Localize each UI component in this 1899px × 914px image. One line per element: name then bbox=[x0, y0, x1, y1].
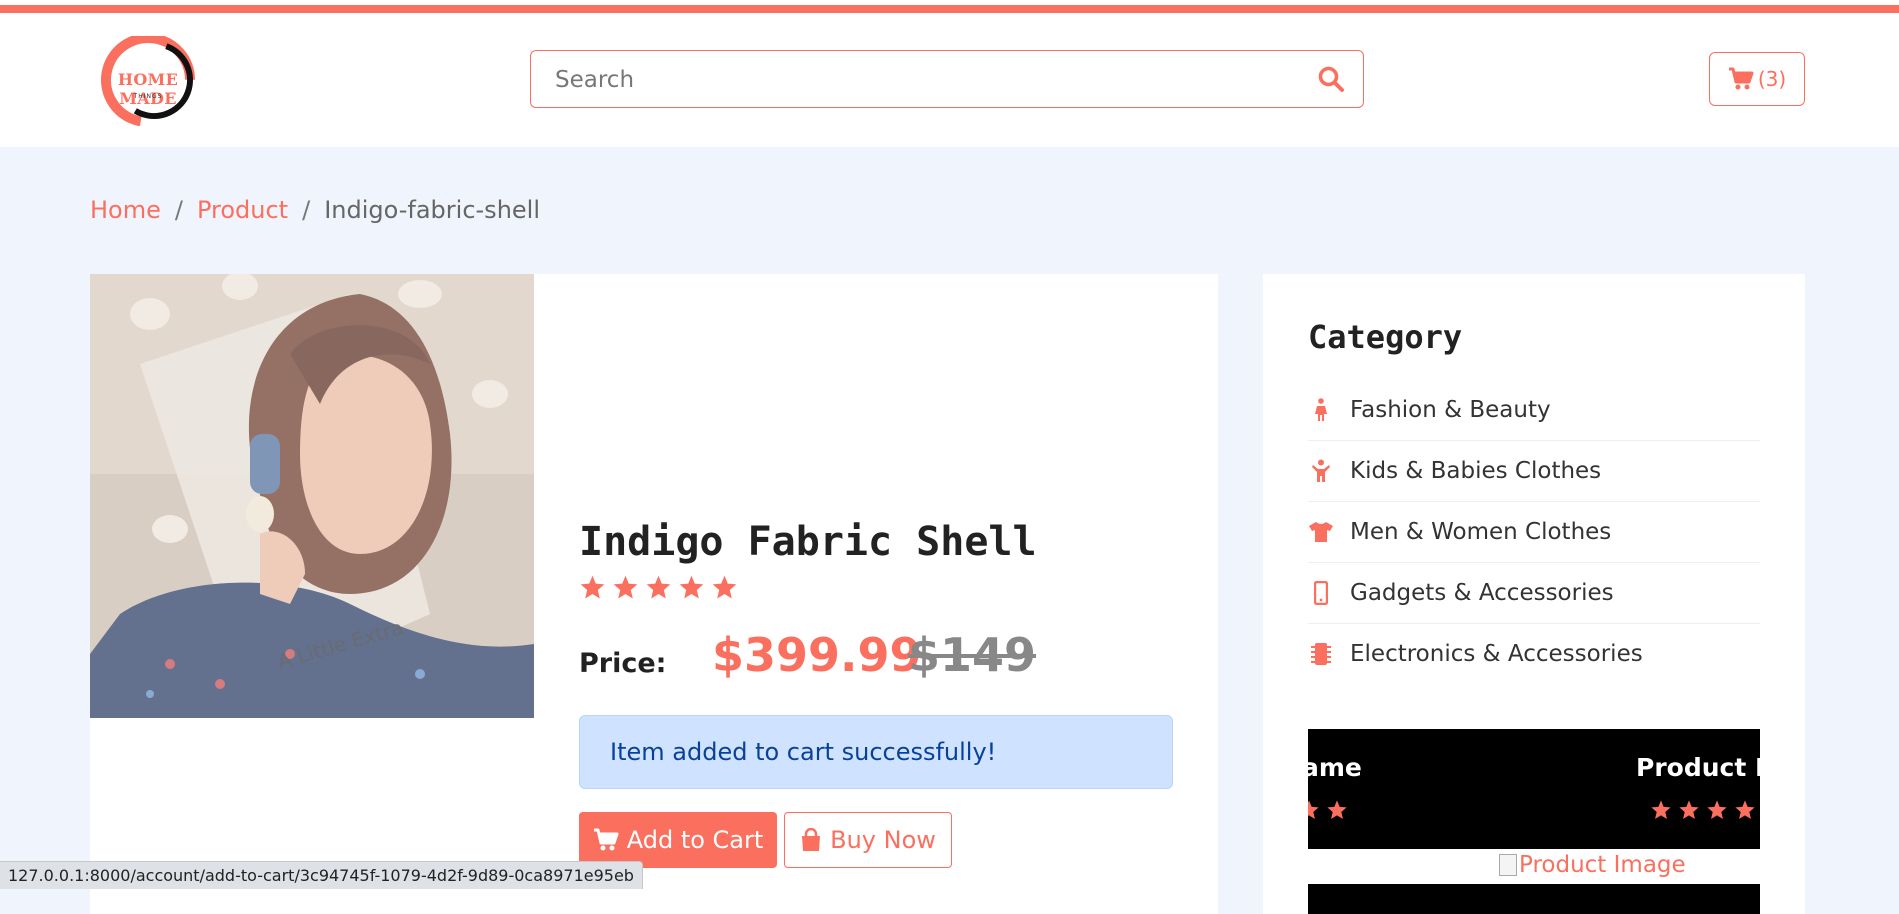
tshirt-icon bbox=[1308, 519, 1334, 545]
price-current: $399.99 bbox=[712, 628, 922, 682]
accent-top-line bbox=[0, 5, 1899, 13]
category-label: Gadgets & Accessories bbox=[1350, 580, 1614, 606]
star-icon bbox=[613, 575, 638, 599]
child-icon bbox=[1308, 458, 1334, 484]
browser-status-bar: 127.0.0.1:8000/account/add-to-cart/3c947… bbox=[0, 861, 643, 889]
category-label: Electronics & Accessories bbox=[1350, 641, 1643, 667]
breadcrumb-product[interactable]: Product bbox=[197, 196, 288, 224]
category-item-gadgets[interactable]: Gadgets & Accessories bbox=[1308, 563, 1760, 624]
category-item-fashion-beauty[interactable]: Fashion & Beauty bbox=[1308, 380, 1760, 441]
slide-rating bbox=[1308, 799, 1348, 821]
star-icon bbox=[712, 575, 737, 599]
search-box bbox=[530, 50, 1364, 108]
breadcrumb-separator: / bbox=[174, 196, 183, 224]
logo-text: HOME MADE bbox=[117, 70, 179, 108]
microchip-icon bbox=[1308, 641, 1334, 667]
breadcrumb-home[interactable]: Home bbox=[90, 196, 161, 224]
mobile-icon bbox=[1308, 580, 1334, 606]
product-title: Indigo Fabric Shell bbox=[579, 519, 1037, 565]
product-image-alt: Product Image bbox=[1519, 852, 1686, 878]
broken-image-icon bbox=[1499, 854, 1517, 876]
star-icon bbox=[1651, 800, 1671, 819]
price-label: Price: bbox=[579, 648, 667, 679]
female-icon bbox=[1308, 397, 1334, 423]
breadcrumb-separator: / bbox=[302, 196, 311, 224]
cart-icon bbox=[1728, 67, 1754, 90]
price-old: $149 bbox=[908, 628, 1037, 682]
slide-rating bbox=[1650, 799, 1760, 821]
site-logo[interactable]: HOME MADE THINGS bbox=[88, 33, 208, 127]
success-alert: Item added to cart successfully! bbox=[579, 715, 1173, 789]
product-card: A Little Extra Indigo Fabric Shell Price… bbox=[90, 274, 1218, 914]
category-title: Category bbox=[1308, 318, 1463, 356]
slide-product-name: ame bbox=[1308, 753, 1362, 782]
star-icon bbox=[580, 575, 605, 599]
buy-now-button[interactable]: Buy Now bbox=[784, 812, 952, 868]
category-item-kids-babies[interactable]: Kids & Babies Clothes bbox=[1308, 441, 1760, 502]
product-slider[interactable]: ame Product N bbox=[1308, 729, 1760, 849]
logo-subtext: THINGS bbox=[133, 93, 163, 100]
header: HOME MADE THINGS (3) bbox=[0, 0, 1899, 147]
buy-now-label: Buy Now bbox=[830, 826, 936, 854]
product-rating bbox=[579, 574, 738, 601]
category-label: Kids & Babies Clothes bbox=[1350, 458, 1602, 484]
star-icon bbox=[1679, 800, 1699, 819]
add-to-cart-label: Add to Cart bbox=[626, 826, 764, 854]
cart-icon bbox=[593, 828, 619, 851]
category-card: Category Fashion & Beauty Kids & Babies … bbox=[1263, 274, 1805, 914]
search-input[interactable] bbox=[553, 61, 1297, 99]
cart-count: (3) bbox=[1757, 67, 1787, 91]
category-item-electronics[interactable]: Electronics & Accessories bbox=[1308, 624, 1760, 684]
product-image-link[interactable]: Product Image bbox=[1499, 852, 1686, 878]
category-label: Fashion & Beauty bbox=[1350, 397, 1551, 423]
search-icon[interactable] bbox=[1317, 65, 1345, 93]
star-icon bbox=[1707, 800, 1727, 819]
star-icon bbox=[679, 575, 704, 599]
shopping-bag-icon bbox=[802, 828, 821, 851]
slide-product-name: Product N bbox=[1636, 753, 1760, 782]
breadcrumb-current: Indigo-fabric-shell bbox=[324, 196, 540, 224]
star-icon bbox=[1327, 800, 1347, 819]
product-image: A Little Extra bbox=[90, 274, 534, 718]
category-list: Fashion & Beauty Kids & Babies Clothes M… bbox=[1308, 380, 1760, 684]
breadcrumb: Home / Product / Indigo-fabric-shell bbox=[90, 196, 540, 224]
category-item-men-women[interactable]: Men & Women Clothes bbox=[1308, 502, 1760, 563]
category-label: Men & Women Clothes bbox=[1350, 519, 1612, 545]
cart-button[interactable]: (3) bbox=[1709, 52, 1805, 106]
star-icon bbox=[1735, 800, 1755, 819]
star-icon bbox=[1308, 800, 1319, 819]
star-icon bbox=[646, 575, 671, 599]
add-to-cart-button[interactable]: Add to Cart bbox=[579, 812, 777, 868]
